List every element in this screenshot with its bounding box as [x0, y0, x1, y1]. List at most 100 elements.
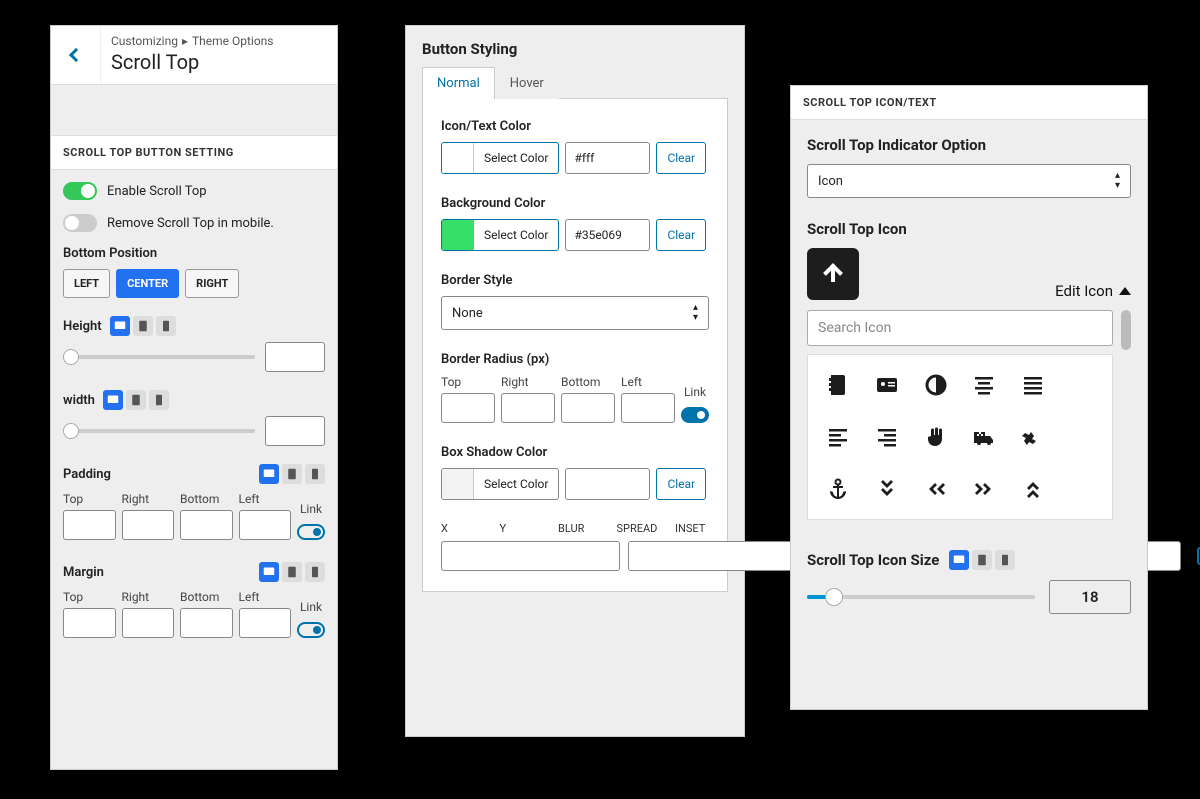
device-desktop-icon[interactable] [103, 390, 123, 410]
device-tablet-icon[interactable] [282, 562, 302, 582]
color-swatch-icon [442, 220, 474, 250]
adjust-icon[interactable] [924, 373, 948, 397]
device-desktop-icon[interactable] [110, 316, 130, 336]
angle-double-right-icon[interactable] [972, 477, 996, 501]
margin-top-input[interactable] [63, 608, 116, 638]
ambulance-icon[interactable] [972, 425, 996, 449]
angle-double-down-icon[interactable] [875, 477, 899, 501]
bg-color-hex[interactable]: #35e069 [565, 219, 650, 251]
radius-left-input[interactable] [621, 393, 675, 423]
icon-grid-scrollbar[interactable] [1121, 310, 1131, 346]
device-tablet-icon[interactable] [972, 550, 992, 570]
width-slider[interactable] [63, 429, 255, 433]
padding-top-input[interactable] [63, 510, 116, 540]
width-label: width [63, 393, 95, 408]
search-icon-input[interactable]: Search Icon [807, 310, 1113, 346]
shadow-x-input[interactable] [441, 541, 620, 571]
icon-text-color-hex[interactable]: #fff [565, 142, 650, 174]
tab-normal[interactable]: Normal [422, 67, 495, 99]
customizer-header: Customizing▸Theme Options Scroll Top [51, 26, 337, 85]
indicator-select[interactable]: Icon ▴▾ [807, 164, 1131, 198]
bg-color-picker[interactable]: Select Color [441, 219, 559, 251]
edit-icon-toggle[interactable]: Edit Icon [1055, 282, 1131, 300]
device-desktop-icon[interactable] [259, 464, 279, 484]
select-color-button[interactable]: Select Color [474, 220, 558, 250]
device-tablet-icon[interactable] [133, 316, 153, 336]
shadow-blur-label: BLUR [558, 522, 609, 535]
shadow-y-input[interactable] [628, 541, 807, 571]
align-justify-icon[interactable] [1021, 373, 1045, 397]
height-label: Height [63, 319, 102, 334]
back-button[interactable] [51, 26, 101, 84]
angle-double-left-icon[interactable] [924, 477, 948, 501]
icon-text-color-clear[interactable]: Clear [656, 142, 706, 174]
header-text: Customizing▸Theme Options Scroll Top [101, 26, 283, 84]
margin-right-input[interactable] [122, 608, 175, 638]
side-label-bottom: Bottom [180, 590, 233, 604]
indicator-label: Scroll Top Indicator Option [807, 136, 1131, 154]
icon-text-color-picker[interactable]: Select Color [441, 142, 559, 174]
radius-bottom-input[interactable] [561, 393, 615, 423]
section-title: SCROLL TOP ICON/TEXT [791, 86, 1147, 120]
section-title: SCROLL TOP BUTTON SETTING [51, 135, 337, 170]
border-style-value: None [452, 306, 483, 321]
padding-label: Padding [63, 467, 111, 482]
position-left-button[interactable]: LEFT [63, 269, 110, 298]
indicator-value: Icon [818, 174, 843, 189]
radius-right-input[interactable] [501, 393, 555, 423]
device-switcher [110, 316, 176, 336]
padding-right-input[interactable] [122, 510, 175, 540]
side-label-link: Link [684, 385, 706, 399]
radius-link-toggle[interactable] [681, 407, 709, 423]
height-slider[interactable] [63, 355, 255, 359]
tab-hover[interactable]: Hover [495, 67, 559, 99]
device-desktop-icon[interactable] [259, 562, 279, 582]
remove-mobile-toggle[interactable] [63, 214, 97, 232]
radius-top-input[interactable] [441, 393, 495, 423]
align-left-icon[interactable] [826, 425, 850, 449]
device-tablet-icon[interactable] [282, 464, 302, 484]
align-right-icon[interactable] [875, 425, 899, 449]
angle-double-up-icon[interactable] [1021, 477, 1045, 501]
hand-stop-icon[interactable] [924, 425, 948, 449]
select-color-button[interactable]: Select Color [474, 469, 558, 499]
bg-color-clear[interactable]: Clear [656, 219, 706, 251]
border-style-select[interactable]: None ▴▾ [441, 296, 709, 330]
address-card-icon[interactable] [875, 373, 899, 397]
select-color-button[interactable]: Select Color [474, 143, 558, 173]
margin-label: Margin [63, 565, 104, 580]
icon-size-slider[interactable] [807, 595, 1035, 599]
device-mobile-icon[interactable] [305, 464, 325, 484]
shadow-color-picker[interactable]: Select Color [441, 468, 559, 500]
padding-bottom-input[interactable] [180, 510, 233, 540]
device-tablet-icon[interactable] [126, 390, 146, 410]
padding-link-toggle[interactable] [297, 524, 325, 540]
margin-left-input[interactable] [239, 608, 292, 638]
margin-bottom-input[interactable] [180, 608, 233, 638]
shadow-y-label: Y [500, 522, 551, 535]
button-styling-panel: Button Styling Normal Hover Icon/Text Co… [405, 25, 745, 737]
device-mobile-icon[interactable] [995, 550, 1015, 570]
side-label-top: Top [63, 590, 116, 604]
enable-scroll-top-toggle[interactable] [63, 182, 97, 200]
device-mobile-icon[interactable] [156, 316, 176, 336]
align-center-icon[interactable] [972, 373, 996, 397]
height-input[interactable] [265, 342, 325, 372]
address-book-icon[interactable] [826, 373, 850, 397]
shadow-color-clear[interactable]: Clear [656, 468, 706, 500]
position-center-button[interactable]: CENTER [116, 269, 179, 298]
anchor-icon[interactable] [826, 477, 850, 501]
asl-interpreting-icon[interactable] [1021, 425, 1045, 449]
width-input[interactable] [265, 416, 325, 446]
side-label-link: Link [300, 502, 322, 516]
device-switcher [949, 550, 1015, 570]
shadow-color-hex[interactable] [565, 468, 650, 500]
margin-link-toggle[interactable] [297, 622, 325, 638]
icon-size-input[interactable]: 18 [1049, 580, 1131, 614]
position-right-button[interactable]: RIGHT [185, 269, 239, 298]
device-desktop-icon[interactable] [949, 550, 969, 570]
device-mobile-icon[interactable] [149, 390, 169, 410]
padding-left-input[interactable] [239, 510, 292, 540]
device-mobile-icon[interactable] [305, 562, 325, 582]
box-shadow-color-label: Box Shadow Color [441, 445, 709, 460]
